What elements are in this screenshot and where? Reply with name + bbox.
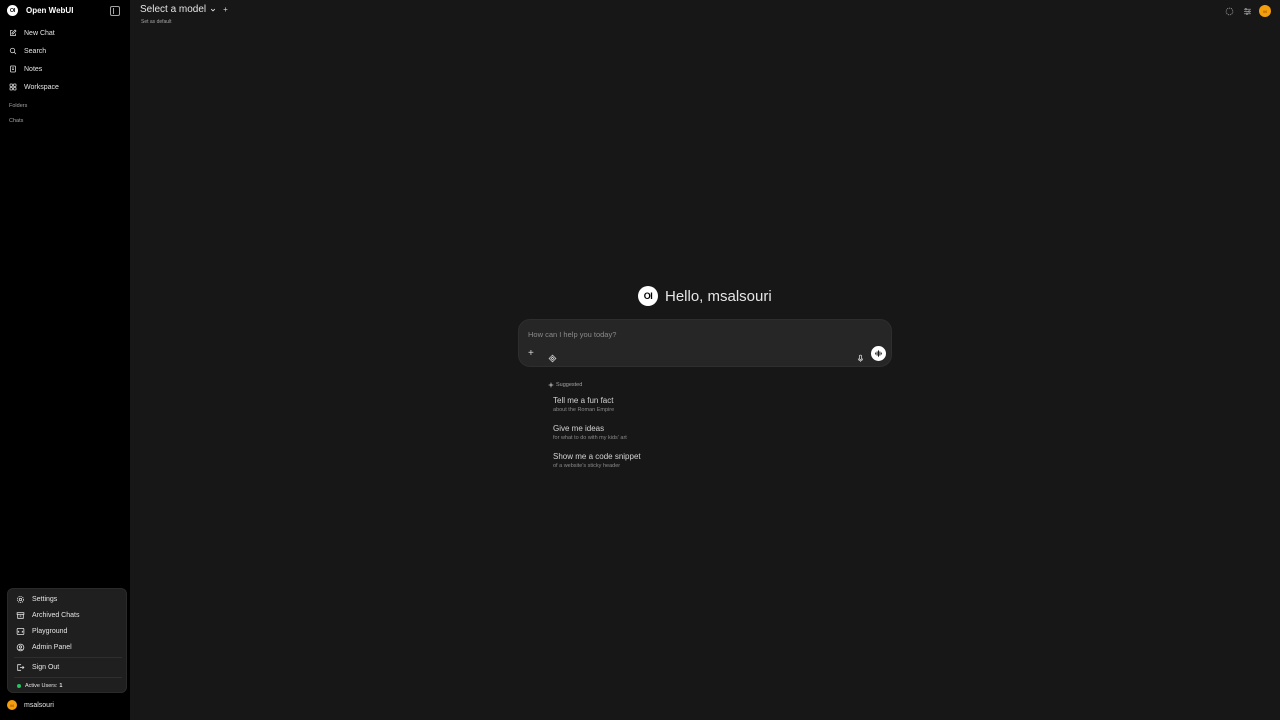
chat-bubble-icon[interactable] [1224,6,1234,16]
edit-icon [9,29,17,37]
archive-icon [16,611,25,620]
voice-mode-button[interactable] [871,346,886,361]
user-menu: Settings Archived Chats Playground Admin… [7,588,127,693]
workspace-icon [9,83,17,91]
suggestion-item[interactable]: Show me a code snippet of a website's st… [553,452,641,469]
greeting-text: Hello, msalsouri [665,287,772,305]
folders-label[interactable]: Folders [9,103,27,109]
suggested-header: Suggested [548,382,582,388]
avatar: M [7,700,17,710]
sidebar-item-search[interactable]: Search [0,42,130,60]
sliders-icon[interactable] [1242,6,1252,16]
active-users-label: Active Users: [25,683,58,689]
search-icon [9,47,17,55]
menu-item-label: Archived Chats [32,612,80,619]
chats-label[interactable]: Chats [9,118,23,124]
sidebar: OI Open WebUI New Chat Search Notes Work… [0,0,130,720]
waveform-icon [875,350,882,357]
sidebar-item-label: Search [24,47,47,55]
model-select-label: Select a model [140,4,207,15]
tools-icon[interactable] [548,350,557,363]
add-model-button[interactable]: + [223,5,228,14]
chevron-down-icon [210,7,216,13]
logo-icon: OI [638,286,658,306]
suggestion-item[interactable]: Tell me a fun fact about the Roman Empir… [553,396,614,413]
suggestion-title: Show me a code snippet [553,452,641,461]
suggestion-subtitle: about the Roman Empire [553,407,615,413]
set-default-link[interactable]: Set as default [141,19,172,25]
logo-icon: OI [7,5,18,16]
brand-name: Open WebUI [26,6,74,15]
code-icon [16,627,25,636]
notes-icon [9,65,17,73]
header-avatar[interactable]: M [1259,5,1271,17]
model-selector[interactable]: Select a model + [140,4,228,15]
menu-divider [14,677,122,678]
menu-item-archived-chats[interactable]: Archived Chats [16,611,79,620]
sign-out-icon [16,663,25,672]
sidebar-item-label: Workspace [24,83,59,91]
menu-divider [14,657,122,658]
menu-item-label: Admin Panel [32,644,72,651]
app: OI Open WebUI New Chat Search Notes Work… [0,0,1280,720]
top-actions: M [1216,5,1271,17]
sidebar-toggle-icon[interactable] [110,6,120,16]
sparkle-icon [548,382,554,388]
suggestion-title: Tell me a fun fact [553,396,614,405]
menu-item-playground[interactable]: Playground [16,627,67,636]
sidebar-item-notes[interactable]: Notes [0,60,130,78]
sidebar-item-label: Notes [24,65,43,73]
menu-item-label: Sign Out [32,664,60,671]
suggested-label: Suggested [556,382,583,388]
user-profile-button[interactable]: M msalsouri [7,700,54,710]
user-name: msalsouri [24,701,54,709]
active-users-count: 1 [59,683,63,689]
greeting-hero: OI Hello, msalsouri [638,286,772,306]
sidebar-item-workspace[interactable]: Workspace [0,78,130,96]
menu-item-label: Playground [32,628,68,635]
menu-item-settings[interactable]: Settings [16,595,57,604]
sidebar-item-label: New Chat [24,29,55,37]
suggestion-subtitle: for what to do with my kids' art [553,435,627,441]
gear-icon [16,595,25,604]
add-attachment-button[interactable]: + [528,349,534,359]
microphone-icon[interactable] [856,350,865,362]
menu-item-sign-out[interactable]: Sign Out [16,663,59,672]
status-dot-icon [17,684,21,688]
user-circle-icon [16,643,25,652]
suggestion-title: Give me ideas [553,424,605,433]
chat-composer: + [518,319,892,367]
menu-item-admin-panel[interactable]: Admin Panel [16,643,72,652]
suggestion-subtitle: of a website's sticky header [553,463,621,469]
sidebar-nav: New Chat Search Notes Workspace [0,24,130,96]
active-users: Active Users: 1 [17,683,62,689]
suggestion-item[interactable]: Give me ideas for what to do with my kid… [553,424,627,441]
chat-input[interactable] [528,328,858,340]
menu-item-label: Settings [32,596,58,603]
brand[interactable]: OI Open WebUI [7,5,73,16]
sidebar-item-new-chat[interactable]: New Chat [0,24,130,42]
